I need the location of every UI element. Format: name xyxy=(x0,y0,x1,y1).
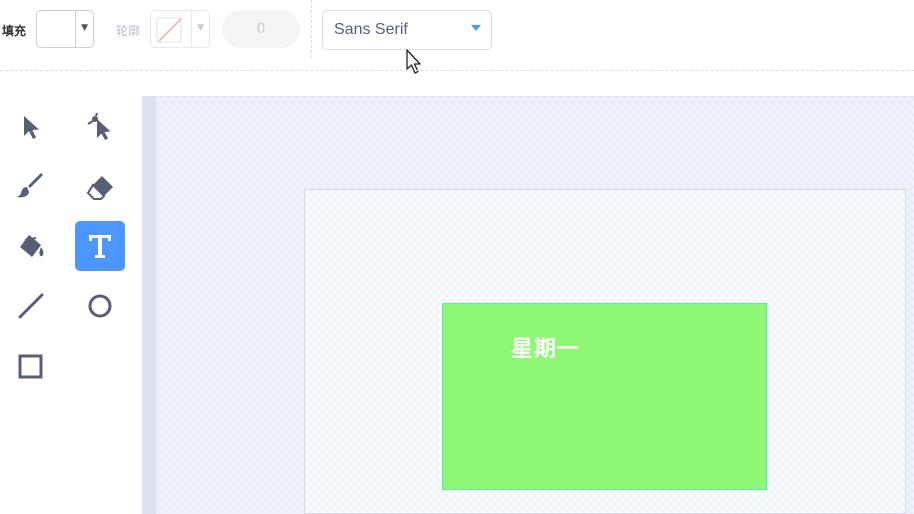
toolbar-divider xyxy=(311,0,312,58)
fill-color-swatch[interactable] xyxy=(37,11,76,47)
canvas-scrollbar[interactable] xyxy=(142,96,156,514)
outline-color-swatch[interactable] xyxy=(151,11,192,47)
select-tool[interactable] xyxy=(6,101,56,151)
paint-bucket-icon xyxy=(20,235,44,257)
text-t-icon xyxy=(89,235,111,258)
line-tool[interactable] xyxy=(6,281,56,331)
eraser-tool[interactable] xyxy=(75,161,125,211)
fill-color-picker[interactable]: ▼ xyxy=(36,10,94,48)
green-rectangle-shape[interactable] xyxy=(442,303,767,490)
circle-tool[interactable] xyxy=(75,281,125,331)
arrow-pointer-icon xyxy=(24,116,39,139)
fill-tool[interactable] xyxy=(6,221,56,271)
square-icon xyxy=(18,354,43,379)
rectangle-text[interactable]: 星期一 xyxy=(511,331,580,363)
toolbar-bottom-divider xyxy=(0,70,914,71)
no-color-slash-icon xyxy=(156,17,182,43)
outline-color-picker[interactable]: ▼ xyxy=(150,10,210,48)
text-tool[interactable] xyxy=(75,221,125,271)
paint-toolbar: 填充 ▼ 轮廓 ▼ 0 Sans Serif xyxy=(0,0,914,74)
chevron-down-icon[interactable]: ▼ xyxy=(81,23,88,33)
eraser-icon xyxy=(86,176,113,200)
reshape-pointer-icon xyxy=(87,112,111,140)
outline-width-input[interactable]: 0 xyxy=(222,10,300,48)
brush-tool[interactable] xyxy=(6,161,56,211)
rectangle-tool[interactable] xyxy=(6,341,56,391)
line-icon xyxy=(18,293,44,319)
circle-icon xyxy=(88,294,112,318)
dropdown-arrow-icon[interactable] xyxy=(471,25,481,31)
reshape-tool[interactable] xyxy=(75,101,125,151)
chevron-down-icon[interactable]: ▼ xyxy=(197,23,204,33)
brush-icon xyxy=(17,173,43,198)
fill-label: 填充 xyxy=(2,24,27,38)
outline-label: 轮廓 xyxy=(116,24,141,38)
mouse-cursor-icon xyxy=(406,49,421,74)
font-dropdown[interactable]: Sans Serif xyxy=(322,10,492,50)
font-dropdown-value: Sans Serif xyxy=(334,21,408,38)
